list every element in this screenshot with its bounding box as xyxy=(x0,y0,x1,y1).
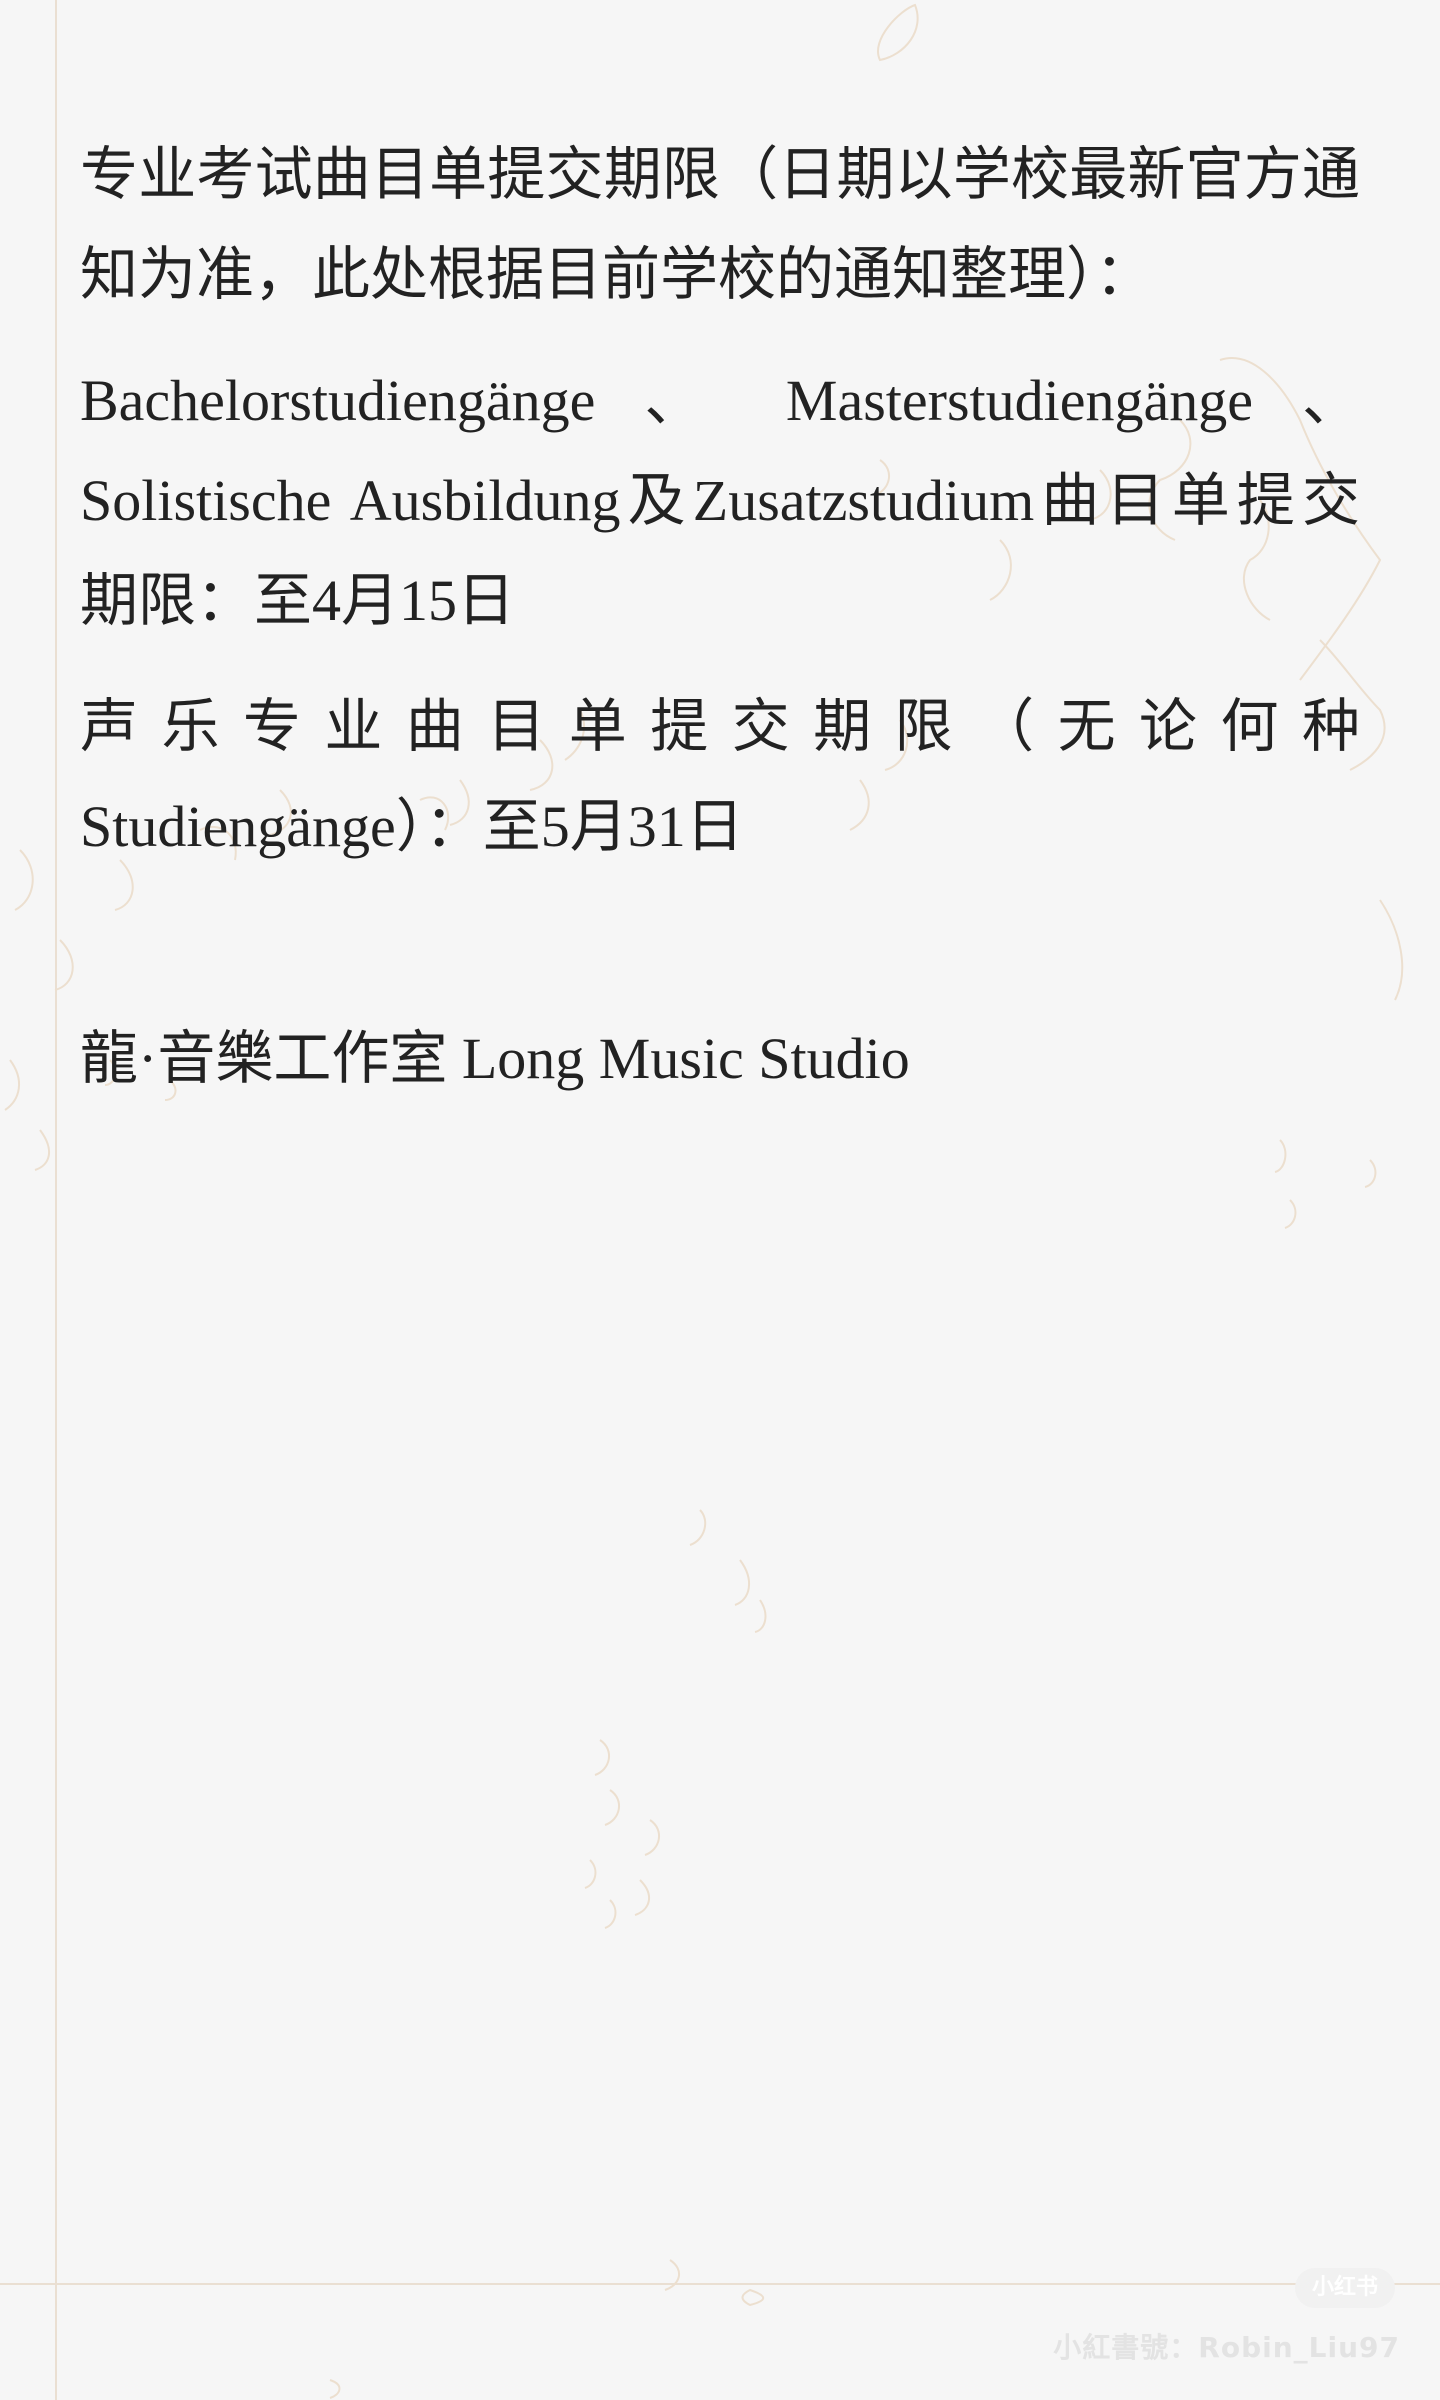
margin-line-vertical xyxy=(55,0,57,2400)
xiaohongshu-logo: 小红书 xyxy=(1295,2268,1395,2308)
deadline-intro-paragraph: 专业考试曲目单提交期限（日期以学校最新官方通知为准，此处根据目前学校的通知整理）… xyxy=(80,142,1360,307)
studio-signature: 龍·音樂工作室 Long Music Studio xyxy=(80,1026,910,1091)
document-body: 专业考试曲目单提交期限（日期以学校最新官方通知为准，此处根据目前学校的通知整理）… xyxy=(80,125,1360,1135)
watermark-handle: 小紅書號：Robin_Liu97 xyxy=(1053,2331,1400,2364)
vocal-deadline-paragraph: 声乐专业曲目单提交期限（无论何种Studiengänge）：至5月31日 xyxy=(80,694,1360,859)
margin-line-horizontal xyxy=(0,2283,1440,2285)
study-programs-deadline-paragraph: Bachelorstudiengänge 、 Masterstudiengäng… xyxy=(80,368,1360,633)
